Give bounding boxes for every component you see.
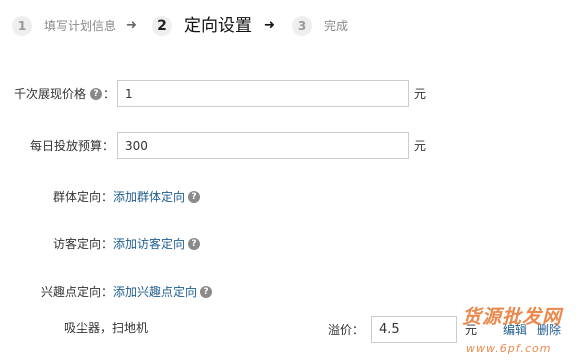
step-arrow-icon: ➜: [264, 18, 275, 33]
add-interest-targeting-link[interactable]: 添加兴趣点定向: [113, 284, 197, 300]
step-1-number: 1: [12, 16, 32, 36]
group-targeting-label: 群体定向：: [53, 190, 114, 204]
step-2-number: 2: [152, 16, 172, 36]
cpm-price-colon: ：: [103, 87, 116, 101]
cpm-price-input[interactable]: [117, 80, 409, 107]
interest-keywords: 吸尘器，扫地机: [64, 321, 149, 335]
help-icon[interactable]: ?: [90, 88, 102, 100]
daily-budget-input[interactable]: [117, 132, 409, 159]
step-3-label: 完成: [324, 19, 349, 33]
interest-targeting-label: 兴趣点定向：: [41, 285, 114, 299]
step-arrow-icon: ➜: [126, 18, 137, 33]
daily-budget-label: 每日投放预算：: [30, 139, 115, 153]
step-1-label: 填写计划信息: [44, 19, 117, 33]
add-visitor-targeting-link[interactable]: 添加访客定向: [113, 236, 185, 252]
premium-input[interactable]: [371, 316, 457, 343]
help-icon[interactable]: ?: [188, 191, 200, 203]
daily-budget-unit: 元: [414, 139, 427, 153]
cpm-price-unit: 元: [414, 87, 427, 101]
add-group-targeting-link[interactable]: 添加群体定向: [113, 189, 185, 205]
watermark-url: www.6pf.com: [466, 342, 552, 355]
visitor-targeting-label: 访客定向：: [53, 237, 114, 251]
help-icon[interactable]: ?: [188, 238, 200, 250]
help-icon[interactable]: ?: [200, 286, 212, 298]
premium-label: 溢价：: [328, 323, 365, 337]
step-2-label: 定向设置: [184, 16, 252, 36]
cpm-price-label: 千次展现价格: [14, 87, 87, 101]
watermark-text: 货源批发网: [462, 306, 563, 328]
step-3-number: 3: [292, 16, 312, 36]
